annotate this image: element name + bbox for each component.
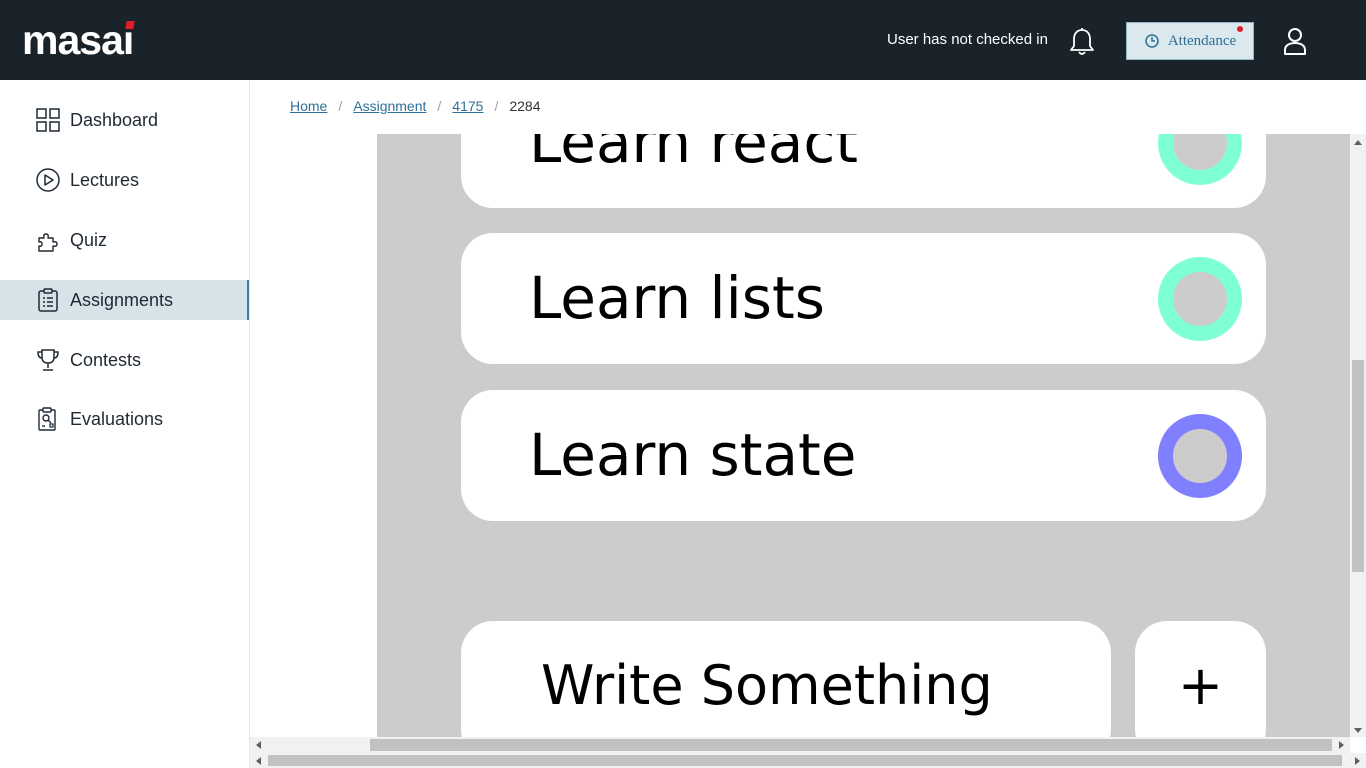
sidebar: Dashboard Lectures Quiz Assignments Cont… <box>0 80 250 768</box>
sidebar-item-label: Assignments <box>70 289 174 310</box>
scrollbar-thumb[interactable] <box>1352 360 1364 572</box>
todo-text: Learn state <box>529 421 857 489</box>
plus-icon: + <box>1177 654 1224 717</box>
user-icon[interactable] <box>1282 26 1308 56</box>
todo-text: Learn lists <box>529 264 825 332</box>
add-todo-button[interactable]: + <box>1135 621 1266 737</box>
breadcrumb: Home / Assignment / 4175 / 2284 <box>290 98 541 114</box>
todo-item: Learn lists <box>461 233 1266 364</box>
sidebar-item-label: Dashboard <box>70 109 159 130</box>
sidebar-item-dashboard[interactable]: Dashboard <box>0 100 249 140</box>
sidebar-item-label: Lectures <box>70 169 140 190</box>
sidebar-item-contests[interactable]: Contests <box>0 340 249 380</box>
sidebar-item-evaluations[interactable]: Evaluations <box>0 399 249 439</box>
sidebar-item-quiz[interactable]: Quiz <box>0 220 249 260</box>
todo-text: Learn react <box>529 134 858 176</box>
check-in-status: User has not checked in <box>887 31 1048 48</box>
sidebar-item-lectures[interactable]: Lectures <box>0 160 249 200</box>
breadcrumb-separator: / <box>437 98 442 114</box>
top-bar: masaı User has not checked in Attendance <box>0 0 1366 80</box>
clipboard-icon <box>38 288 58 312</box>
breadcrumb-current: 2284 <box>509 98 541 114</box>
scroll-right-arrow[interactable] <box>1339 741 1344 749</box>
scroll-left-arrow[interactable] <box>256 757 261 765</box>
todo-input[interactable]: Write Something <box>461 621 1111 737</box>
todo-item: Learn react <box>461 134 1266 208</box>
breadcrumb-home[interactable]: Home <box>290 98 327 114</box>
evaluation-icon <box>38 407 56 431</box>
scroll-right-arrow[interactable] <box>1355 757 1360 765</box>
puzzle-icon <box>38 233 58 252</box>
todo-input-placeholder: Write Something <box>541 654 993 717</box>
horizontal-scrollbar-frame[interactable] <box>250 737 1350 753</box>
trophy-icon <box>37 349 59 371</box>
todo-toggle[interactable] <box>1158 257 1242 341</box>
vertical-scrollbar[interactable] <box>1350 134 1366 737</box>
scrollbar-thumb[interactable] <box>268 755 1342 766</box>
todo-toggle[interactable] <box>1158 134 1242 185</box>
todo-toggle[interactable] <box>1158 414 1242 498</box>
sidebar-item-label: Contests <box>70 349 142 370</box>
breadcrumb-assignment[interactable]: Assignment <box>353 98 426 114</box>
scrollbar-thumb[interactable] <box>370 739 1332 751</box>
masai-logo[interactable]: masaı <box>22 18 135 62</box>
bell-icon[interactable] <box>1068 27 1096 57</box>
grid-icon <box>36 108 60 132</box>
attendance-button[interactable]: Attendance <box>1126 22 1254 60</box>
breadcrumb-separator: / <box>338 98 343 114</box>
breadcrumb-assignment-id[interactable]: 4175 <box>452 98 483 114</box>
scroll-left-arrow[interactable] <box>256 741 261 749</box>
sidebar-item-label: Quiz <box>70 229 108 250</box>
sidebar-item-label: Evaluations <box>70 408 164 429</box>
scroll-down-arrow[interactable] <box>1354 728 1362 733</box>
todo-item: Learn state <box>461 390 1266 521</box>
assignment-preview-frame: Learn react Learn lists Learn state Writ… <box>377 134 1350 737</box>
scroll-up-arrow[interactable] <box>1354 140 1362 145</box>
attendance-label: Attendance <box>1167 32 1237 49</box>
sidebar-item-assignments[interactable]: Assignments <box>0 280 249 320</box>
breadcrumb-separator: / <box>494 98 499 114</box>
notification-dot <box>1237 26 1243 32</box>
attendance-icon <box>1145 34 1159 48</box>
play-circle-icon <box>36 168 60 192</box>
horizontal-scrollbar-page[interactable] <box>250 753 1366 768</box>
